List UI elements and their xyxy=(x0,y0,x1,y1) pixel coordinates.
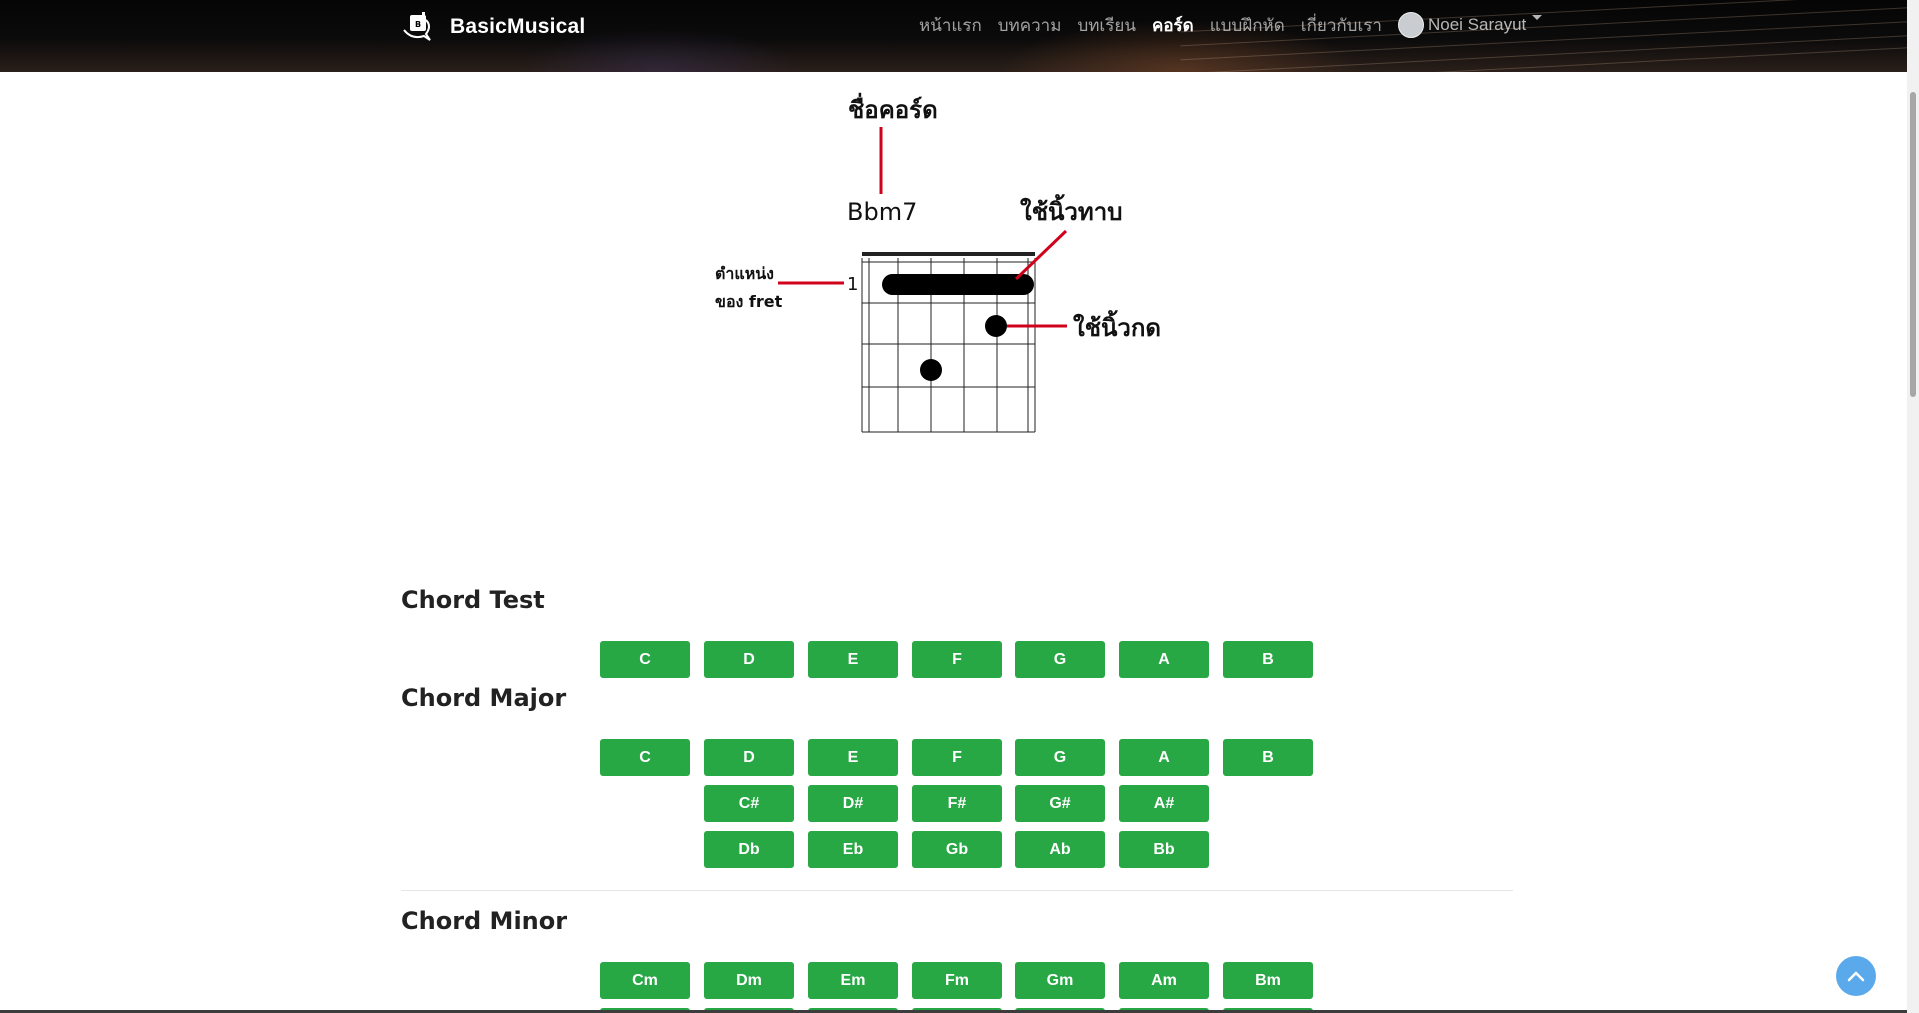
section-title-chord-minor: Chord Minor xyxy=(401,907,568,935)
fret-position-line2: ของ fret xyxy=(715,292,783,311)
chord-button[interactable]: Cm xyxy=(600,962,690,999)
chevron-up-icon xyxy=(1847,971,1865,982)
navbar: B BasicMusical หน้าแรก บทความ บทเรียน คอ… xyxy=(0,0,1919,72)
chord-button[interactable]: D# xyxy=(808,785,898,822)
page-scrollbar[interactable] xyxy=(1907,0,1919,1013)
main-nav: หน้าแรก บทความ บทเรียน คอร์ด แบบฝึกหัด เ… xyxy=(919,12,1543,39)
chord-name: Bbm7 xyxy=(847,198,918,226)
nav-item-about[interactable]: เกี่ยวกับเรา xyxy=(1301,12,1382,39)
user-menu[interactable]: Noei Sarayut xyxy=(1397,12,1543,38)
chord-button[interactable]: C xyxy=(600,739,690,776)
chord-button[interactable]: E xyxy=(808,739,898,776)
chord-button[interactable]: D xyxy=(704,739,794,776)
chord-button[interactable]: B xyxy=(1223,641,1313,678)
caret-down-icon xyxy=(1532,14,1543,20)
scroll-top-button[interactable] xyxy=(1836,956,1876,996)
chord-button[interactable]: A# xyxy=(1119,785,1209,822)
chord-button[interactable]: G xyxy=(1015,641,1105,678)
chord-button[interactable]: C# xyxy=(704,785,794,822)
chord-button[interactable]: Gb xyxy=(912,831,1002,868)
brand-link[interactable]: B BasicMusical xyxy=(400,10,585,44)
press-caption: ใช้นิ้วกด xyxy=(1073,314,1162,342)
chord-button[interactable]: C xyxy=(600,641,690,678)
section-title-chord-major: Chord Major xyxy=(401,684,567,712)
chord-button[interactable]: F xyxy=(912,739,1002,776)
chord-button[interactable]: Eb xyxy=(808,831,898,868)
barre-caption: ใช้นิ้วทาบ xyxy=(1020,198,1123,226)
chord-button[interactable]: F# xyxy=(912,785,1002,822)
avatar xyxy=(1397,12,1424,38)
chord-button[interactable]: Gm xyxy=(1015,962,1105,999)
chord-name-caption: ชื่อคอร์ด xyxy=(848,96,938,124)
nav-item-chords[interactable]: คอร์ด xyxy=(1152,12,1194,39)
section-title-chord-test: Chord Test xyxy=(401,586,545,614)
chord-button[interactable]: Em xyxy=(808,962,898,999)
start-fret-number: 1 xyxy=(847,274,859,295)
chord-button[interactable]: A xyxy=(1119,641,1209,678)
guitar-logo-icon: B xyxy=(403,12,431,41)
fret-position-caption: ตำแหน่ง ของ fret xyxy=(715,260,782,316)
chord-diagram-legend: ชื่อคอร์ด Bbm7 ใช้นิ้วทาบ ใช้นิ้วกด ตำแห… xyxy=(690,80,1190,460)
chord-button[interactable]: E xyxy=(808,641,898,678)
nav-item-home[interactable]: หน้าแรก xyxy=(919,12,982,39)
chord-button[interactable]: Db xyxy=(704,831,794,868)
chord-button[interactable]: Bb xyxy=(1119,831,1209,868)
barre-marker xyxy=(882,274,1034,295)
chord-button[interactable]: G xyxy=(1015,739,1105,776)
chord-button[interactable]: Bm xyxy=(1223,962,1313,999)
fret-position-line1: ตำแหน่ง xyxy=(715,264,774,283)
chord-button[interactable]: Dm xyxy=(704,962,794,999)
brand-name: BasicMusical xyxy=(450,15,586,38)
finger-dot xyxy=(985,315,1007,337)
chord-button[interactable]: D xyxy=(704,641,794,678)
chord-button[interactable]: F xyxy=(912,641,1002,678)
chord-button[interactable]: Fm xyxy=(912,962,1002,999)
nav-item-lessons[interactable]: บทเรียน xyxy=(1077,12,1136,39)
nav-item-exercises[interactable]: แบบฝึกหัด xyxy=(1210,12,1285,39)
scrollbar-thumb[interactable] xyxy=(1910,92,1916,397)
chord-button[interactable]: B xyxy=(1223,739,1313,776)
user-name: Noei Sarayut xyxy=(1427,15,1527,34)
chord-button[interactable]: G# xyxy=(1015,785,1105,822)
chord-button[interactable]: A xyxy=(1119,739,1209,776)
section-divider xyxy=(401,890,1513,891)
chord-button[interactable]: Ab xyxy=(1015,831,1105,868)
nav-item-articles[interactable]: บทความ xyxy=(998,12,1062,39)
chord-button[interactable]: Am xyxy=(1119,962,1209,999)
svg-text:B: B xyxy=(415,20,421,29)
finger-dot xyxy=(920,359,942,381)
